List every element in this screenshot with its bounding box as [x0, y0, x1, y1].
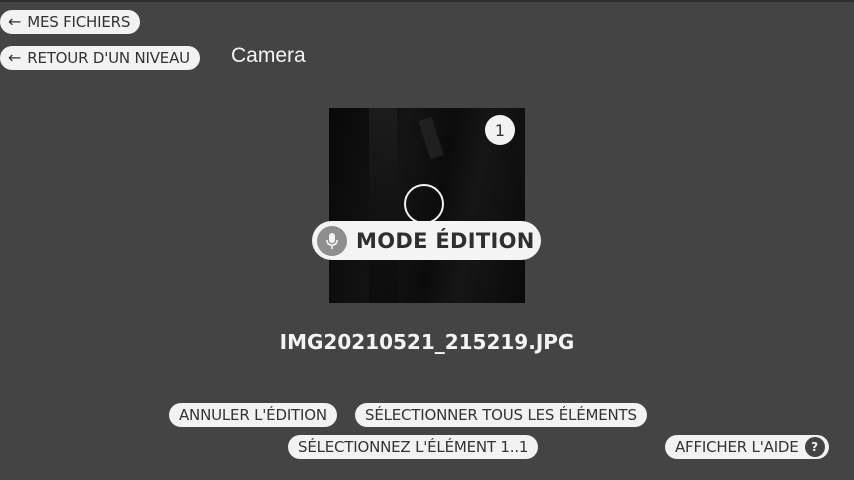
cancel-edit-button[interactable]: ANNULER L'ÉDITION: [169, 403, 337, 427]
back-one-level-label: RETOUR D'UN NIVEAU: [27, 49, 190, 67]
select-item-button[interactable]: SÉLECTIONNEZ L'ÉLÉMENT 1..1: [288, 435, 539, 459]
arrow-left-icon: ←: [8, 48, 22, 67]
folder-title: Camera: [231, 44, 306, 67]
thumbnail-image-detail: [369, 108, 397, 303]
edit-mode-label: MODE ÉDITION: [356, 228, 535, 253]
help-icon: ?: [804, 437, 825, 457]
my-files-label: MES FICHIERS: [27, 13, 131, 31]
file-name: IMG20210521_215219.JPG: [279, 330, 575, 354]
edit-mode-indicator: MODE ÉDITION: [312, 221, 541, 260]
selection-ring-icon[interactable]: [404, 184, 444, 224]
show-help-button[interactable]: AFFICHER L'AIDE ?: [665, 435, 829, 459]
select-all-button[interactable]: SÉLECTIONNER TOUS LES ÉLÉMENTS: [355, 403, 647, 427]
top-divider: [0, 0, 854, 2]
select-all-label: SÉLECTIONNER TOUS LES ÉLÉMENTS: [365, 406, 637, 424]
show-help-label: AFFICHER L'AIDE: [675, 438, 799, 456]
microphone-icon: [317, 225, 347, 256]
selection-number-badge: 1: [485, 115, 515, 145]
my-files-button[interactable]: ← MES FICHIERS: [0, 10, 141, 34]
cancel-edit-label: ANNULER L'ÉDITION: [179, 406, 327, 424]
thumbnail-image-detail: [418, 116, 444, 160]
select-item-label: SÉLECTIONNEZ L'ÉLÉMENT 1..1: [298, 438, 529, 456]
arrow-left-icon: ←: [8, 12, 22, 31]
back-one-level-button[interactable]: ← RETOUR D'UN NIVEAU: [0, 46, 200, 70]
